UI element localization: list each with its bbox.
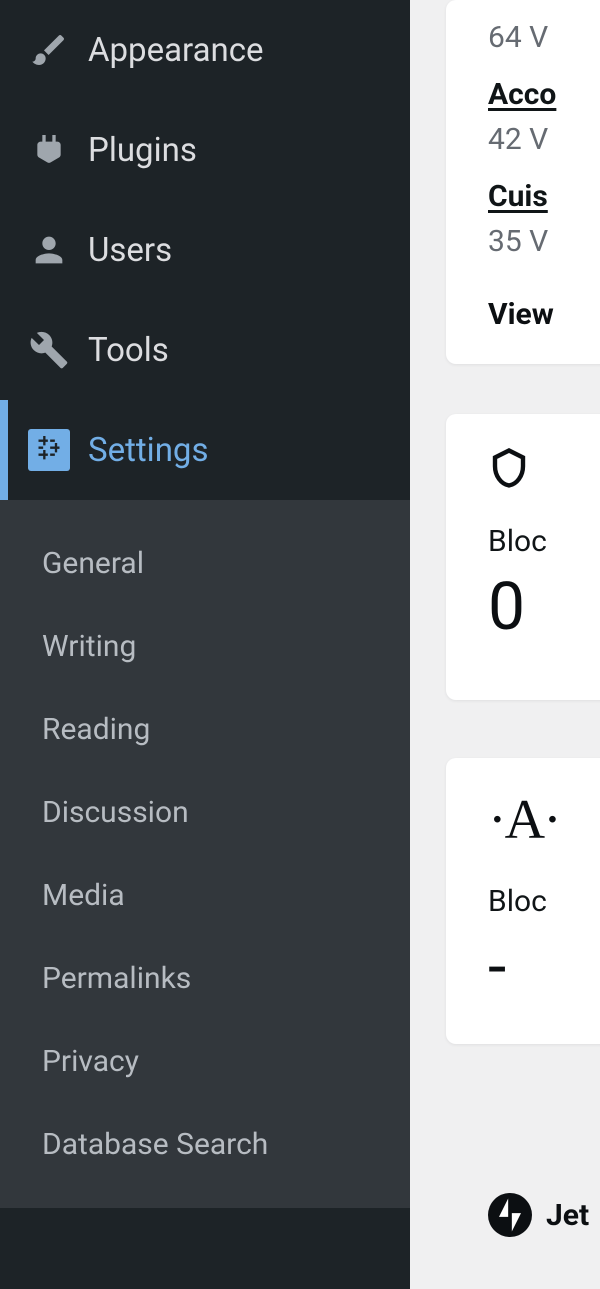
menu-label: Plugins	[88, 131, 197, 170]
submenu-label: Writing	[42, 629, 136, 664]
submenu-label: Discussion	[42, 795, 189, 830]
stat-value: 0	[488, 559, 600, 641]
stat-value: -	[488, 919, 600, 1001]
plug-icon	[28, 129, 70, 171]
letter-a-icon: ·A·	[488, 788, 600, 852]
submenu-item-writing[interactable]: Writing	[0, 605, 410, 688]
sliders-icon	[28, 429, 70, 471]
brush-icon	[28, 29, 70, 71]
list-item-title: Acco	[488, 77, 600, 112]
sidebar-item-tools[interactable]: Tools	[0, 300, 410, 400]
stat-label: Bloc	[488, 492, 600, 559]
list-item: 64 V	[488, 0, 600, 55]
submenu-label: Media	[42, 878, 125, 913]
submenu-item-permalinks[interactable]: Permalinks	[0, 937, 410, 1020]
submenu-label: Privacy	[42, 1044, 139, 1079]
list-item[interactable]: Cuis 35 V	[488, 157, 600, 259]
main-content: 64 V Acco 42 V Cuis 35 V View Bloc 0 ·A·…	[446, 0, 600, 1289]
stat-card-font: ·A· Bloc -	[446, 758, 600, 1044]
user-icon	[28, 229, 70, 271]
top-list-card: 64 V Acco 42 V Cuis 35 V View	[446, 0, 600, 364]
submenu-item-discussion[interactable]: Discussion	[0, 771, 410, 854]
menu-label: Appearance	[88, 31, 264, 70]
shield-icon	[488, 444, 530, 492]
submenu-item-privacy[interactable]: Privacy	[0, 1020, 410, 1103]
submenu-label: General	[42, 546, 144, 581]
list-item-title: Cuis	[488, 179, 600, 214]
sidebar-item-plugins[interactable]: Plugins	[0, 100, 410, 200]
footer-brand[interactable]: Jet	[488, 1193, 589, 1237]
list-item[interactable]: Acco 42 V	[488, 55, 600, 157]
menu-label: Users	[88, 231, 172, 270]
view-all-link[interactable]: View	[488, 259, 600, 332]
submenu-item-media[interactable]: Media	[0, 854, 410, 937]
sidebar-item-users[interactable]: Users	[0, 200, 410, 300]
list-item-value: 42 V	[488, 112, 600, 157]
stat-card-blocked: Bloc 0	[446, 414, 600, 700]
submenu-label: Permalinks	[42, 961, 191, 996]
list-item-value: 35 V	[488, 214, 600, 259]
wrench-icon	[28, 329, 70, 371]
submenu-item-reading[interactable]: Reading	[0, 688, 410, 771]
submenu-label: Reading	[42, 712, 150, 747]
footer-label: Jet	[546, 1198, 589, 1233]
submenu-item-general[interactable]: General	[0, 522, 410, 605]
list-item-value: 64 V	[488, 20, 600, 55]
jetpack-icon	[488, 1193, 532, 1237]
sidebar-item-settings[interactable]: Settings	[0, 400, 410, 500]
submenu-label: Database Search	[42, 1127, 268, 1162]
submenu-item-database-search[interactable]: Database Search	[0, 1103, 410, 1186]
admin-sidebar: Appearance Plugins Users Tools Settings …	[0, 0, 410, 1289]
menu-label: Tools	[88, 331, 169, 370]
stat-label: Bloc	[488, 852, 600, 919]
menu-label: Settings	[88, 431, 209, 470]
sidebar-item-appearance[interactable]: Appearance	[0, 0, 410, 100]
settings-submenu: General Writing Reading Discussion Media…	[0, 500, 410, 1208]
